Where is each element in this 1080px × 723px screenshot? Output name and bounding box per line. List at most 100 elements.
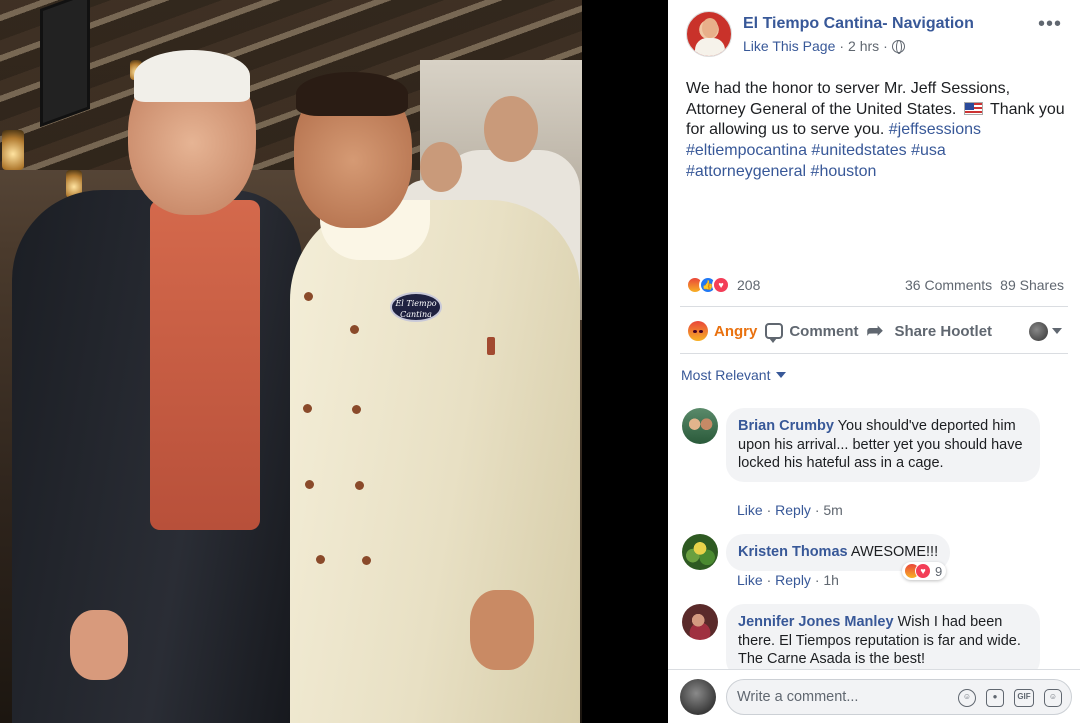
- more-dots-icon[interactable]: •••: [1038, 13, 1062, 36]
- comment-sort-label: Most Relevant: [681, 367, 771, 383]
- hashtag-link[interactable]: #usa: [911, 142, 946, 159]
- comments-count-link[interactable]: 36 Comments: [905, 277, 992, 293]
- love-reaction-icon: ♥: [915, 563, 931, 579]
- comment-author-link[interactable]: Kristen Thomas: [738, 544, 848, 560]
- meta-separator: ·: [839, 38, 845, 54]
- divider: [680, 353, 1068, 354]
- avatar-face: [702, 18, 718, 38]
- comment-bubble: Jennifer Jones Manley Wish I had been th…: [726, 604, 1040, 678]
- us-flag-icon: [963, 101, 983, 115]
- photo-viewer: El Tiempo Cantina: [0, 0, 668, 723]
- share-icon: [867, 318, 889, 343]
- commenter-avatar[interactable]: [682, 604, 718, 640]
- emoji-icon[interactable]: ☺: [958, 689, 976, 707]
- page-name-link[interactable]: El Tiempo Cantina- Navigation: [743, 15, 974, 33]
- post-text: We had the honor to server Mr. Jeff Sess…: [686, 79, 1066, 183]
- commenter-avatar[interactable]: [682, 408, 718, 444]
- photo-red-shirt: [150, 200, 260, 530]
- profile-selector-avatar[interactable]: [1029, 321, 1048, 341]
- share-hootlet-button[interactable]: Share Hootlet: [867, 318, 993, 343]
- comment-icon: [765, 323, 784, 343]
- angry-icon: [688, 321, 708, 341]
- hashtag-link[interactable]: #attorneygeneral: [686, 163, 806, 180]
- hashtag-link[interactable]: #unitedstates: [811, 142, 906, 159]
- post-text-part1: We had the honor to server Mr. Jeff Sess…: [686, 80, 1011, 118]
- like-page-link[interactable]: Like This Page: [743, 38, 835, 54]
- photo-lamp: [2, 130, 24, 170]
- engagement-counts: 36 Comments 89 Shares: [905, 277, 1064, 293]
- photo-hair-left: [134, 50, 250, 102]
- camera-icon[interactable]: ●: [986, 689, 1004, 707]
- angry-reaction-button[interactable]: Angry: [688, 321, 757, 341]
- comment-reactions-badge[interactable]: ♥ 9: [902, 562, 947, 580]
- photo-tv: [40, 0, 90, 128]
- meta-separator: ·: [766, 572, 776, 588]
- chevron-down-icon: [776, 372, 787, 378]
- photo-coat-button: [362, 556, 371, 565]
- comment: Jennifer Jones Manley Wish I had been th…: [680, 604, 1068, 678]
- photo-hand-left: [70, 610, 128, 680]
- comment-reaction-count: 9: [935, 563, 943, 579]
- chef-patch: El Tiempo Cantina: [390, 292, 442, 322]
- post-header: El Tiempo Cantina- Navigation Like This …: [686, 11, 1068, 59]
- comment: Brian Crumby You should've deported him …: [680, 408, 1068, 528]
- comment-meta: Like · Reply · 5m: [737, 502, 843, 518]
- comment-label: Comment: [789, 322, 859, 340]
- photo-coat-button: [303, 404, 312, 413]
- divider: [680, 306, 1068, 307]
- photo-coat-button: [355, 481, 364, 490]
- photo-pen: [487, 337, 495, 355]
- photo-chef-coat: [290, 200, 580, 723]
- shares-count-link[interactable]: 89 Shares: [1000, 277, 1064, 293]
- gif-icon[interactable]: GIF: [1014, 689, 1034, 707]
- photo-coat-button: [304, 292, 313, 301]
- photo-coat-button: [316, 555, 325, 564]
- photo-background-head: [420, 142, 462, 192]
- comment-like-link[interactable]: Like: [737, 502, 763, 518]
- comment-author-link[interactable]: Brian Crumby: [738, 418, 834, 434]
- photo-coat-button: [350, 325, 359, 334]
- globe-icon[interactable]: [891, 39, 905, 54]
- photo-hair-right: [296, 72, 408, 116]
- post-side-panel: El Tiempo Cantina- Navigation Like This …: [668, 0, 1080, 723]
- photo-coat-button: [305, 480, 314, 489]
- love-reaction-icon: ♥: [712, 276, 730, 294]
- comment-text: AWESOME!!!: [850, 544, 939, 560]
- comment-reply-link[interactable]: Reply: [775, 572, 811, 588]
- share-label: Share Hootlet: [894, 322, 993, 340]
- commenter-avatar[interactable]: [682, 534, 718, 570]
- comment-composer: Write a comment... ☺ ● GIF ☺: [668, 669, 1080, 723]
- comment-time[interactable]: 1h: [823, 572, 839, 588]
- composer-icons: ☺ ● GIF ☺: [958, 689, 1062, 707]
- reactions-bar: 👍 ♥ 208 36 Comments 89 Shares: [686, 274, 1064, 296]
- hashtag-link[interactable]: #jeffsessions: [889, 121, 981, 138]
- comment-bubble: Brian Crumby You should've deported him …: [726, 408, 1040, 482]
- post-photo[interactable]: El Tiempo Cantina: [0, 0, 582, 723]
- hashtag-link[interactable]: #eltiempocantina: [686, 142, 807, 159]
- sticker-icon[interactable]: ☺: [1044, 689, 1062, 707]
- post-meta: Like This Page · 2 hrs ·: [743, 38, 905, 54]
- current-user-avatar: [680, 679, 716, 715]
- reaction-count[interactable]: 208: [737, 277, 760, 293]
- comment: Kristen Thomas AWESOME!!! ♥ 9 Like · Rep…: [680, 534, 1068, 594]
- angry-label: Angry: [714, 322, 758, 340]
- comment-reply-link[interactable]: Reply: [775, 502, 811, 518]
- comment-like-link[interactable]: Like: [737, 572, 763, 588]
- post-time[interactable]: 2 hrs: [848, 38, 879, 54]
- photo-hand-right: [470, 590, 534, 670]
- post-actions: Angry Comment Share Hootlet: [680, 314, 1068, 348]
- page-avatar[interactable]: [686, 11, 732, 57]
- comment-author-link[interactable]: Jennifer Jones Manley: [738, 614, 894, 630]
- chevron-down-icon[interactable]: [1052, 328, 1062, 334]
- photo-coat-button: [352, 405, 361, 414]
- comment-button[interactable]: Comment: [765, 322, 859, 343]
- comment-time[interactable]: 5m: [823, 502, 842, 518]
- comment-sort-dropdown[interactable]: Most Relevant: [681, 367, 787, 383]
- avatar-body: [695, 38, 725, 56]
- hashtag-link[interactable]: #houston: [811, 163, 877, 180]
- photo-background-head: [484, 96, 538, 162]
- meta-separator: ·: [766, 502, 776, 518]
- meta-separator: ·: [883, 38, 888, 54]
- reaction-icons[interactable]: 👍 ♥: [686, 276, 730, 294]
- comment-meta: Like · Reply · 1h: [737, 572, 839, 588]
